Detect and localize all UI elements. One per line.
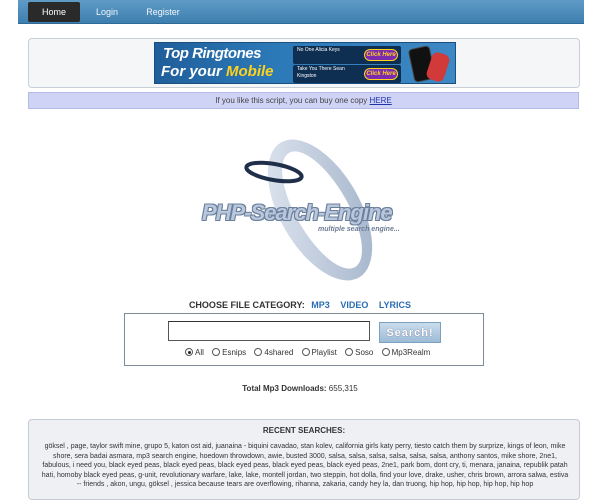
logo-subtitle: multiple search engine... xyxy=(318,226,400,233)
recent-searches-panel: RECENT SEARCHES: göksel , page, taylor s… xyxy=(28,419,580,500)
category-video-link[interactable]: VIDEO xyxy=(340,300,368,310)
source-label: Esnips xyxy=(222,348,247,358)
radio-icon[interactable] xyxy=(345,348,354,357)
search-button[interactable]: Search! xyxy=(379,322,441,343)
banner-click-here-button[interactable]: Click Here xyxy=(364,68,398,80)
banner-title-line1: Top Ringtones xyxy=(163,45,261,62)
source-label: Playlist xyxy=(311,348,337,358)
banner-ringtone-row[interactable]: Take You There Sean Kingston Click Here xyxy=(293,65,401,83)
banner-ringtone-text: Take You There Sean Kingston xyxy=(297,66,345,79)
source-option-esnips[interactable]: Esnips xyxy=(212,348,246,357)
logo-title: PHP-Search-Engine xyxy=(202,200,393,225)
banner-ringtone-text: No One Alicia Keys xyxy=(297,47,340,53)
nav-home-link[interactable]: Home xyxy=(28,2,80,22)
ringtones-banner-ad[interactable]: Top Ringtones For your Mobile No One Ali… xyxy=(154,42,456,84)
buy-script-notice: If you like this script, you can buy one… xyxy=(28,92,579,109)
nav-register-link[interactable]: Register xyxy=(142,2,184,22)
source-option-4shared[interactable]: 4shared xyxy=(254,348,293,357)
source-option-mp3realm[interactable]: Mp3Realm xyxy=(381,348,431,358)
search-source-options: All Esnips 4shared Playlist Soso Mp3Real… xyxy=(185,348,436,357)
banner-click-here-button[interactable]: Click Here xyxy=(364,49,398,61)
radio-icon[interactable] xyxy=(212,348,221,357)
top-navigation: Home Login Register xyxy=(18,0,584,24)
banner-title-highlight: Mobile xyxy=(226,63,274,80)
category-mp3-link[interactable]: MP3 xyxy=(311,300,330,310)
notice-text: If you like this script, you can buy one… xyxy=(215,96,370,105)
notice-here-link[interactable]: HERE xyxy=(370,96,392,105)
ad-panel: Top Ringtones For your Mobile No One Ali… xyxy=(28,38,580,88)
search-input[interactable] xyxy=(168,321,370,341)
banner-title-line2: For your Mobile xyxy=(161,63,274,80)
radio-icon[interactable] xyxy=(381,348,390,357)
total-downloads-label: Total Mp3 Downloads: xyxy=(242,384,327,393)
site-logo: PHP-Search-Engine multiple search engine… xyxy=(190,130,430,290)
recent-searches-title: RECENT SEARCHES: xyxy=(262,426,346,435)
source-label: All xyxy=(195,348,204,358)
radio-icon[interactable] xyxy=(301,348,310,357)
nav-login-link[interactable]: Login xyxy=(90,2,124,22)
source-label: Soso xyxy=(355,348,374,358)
source-label: 4shared xyxy=(264,348,294,358)
radio-selected-icon[interactable] xyxy=(185,348,193,357)
banner-title-prefix: For your xyxy=(161,63,227,80)
recent-searches-list[interactable]: göksel , page, taylor swift mine, grupo … xyxy=(41,442,569,490)
source-option-all[interactable]: All xyxy=(185,348,204,357)
source-option-soso[interactable]: Soso xyxy=(345,348,373,357)
source-label: Mp3Realm xyxy=(391,348,431,358)
category-lyrics-link[interactable]: LYRICS xyxy=(379,300,411,310)
search-form: Search! All Esnips 4shared Playlist Soso… xyxy=(124,313,484,366)
category-label: CHOOSE FILE CATEGORY: xyxy=(188,300,305,310)
banner-ringtone-row[interactable]: No One Alicia Keys Click Here xyxy=(293,46,401,64)
file-category-selector: CHOOSE FILE CATEGORY: MP3 VIDEO LYRICS xyxy=(0,300,600,310)
radio-icon[interactable] xyxy=(254,348,263,357)
source-option-playlist[interactable]: Playlist xyxy=(301,348,337,358)
total-downloads: Total Mp3 Downloads: 655,315 xyxy=(0,384,600,393)
total-downloads-value: 655,315 xyxy=(328,384,358,393)
